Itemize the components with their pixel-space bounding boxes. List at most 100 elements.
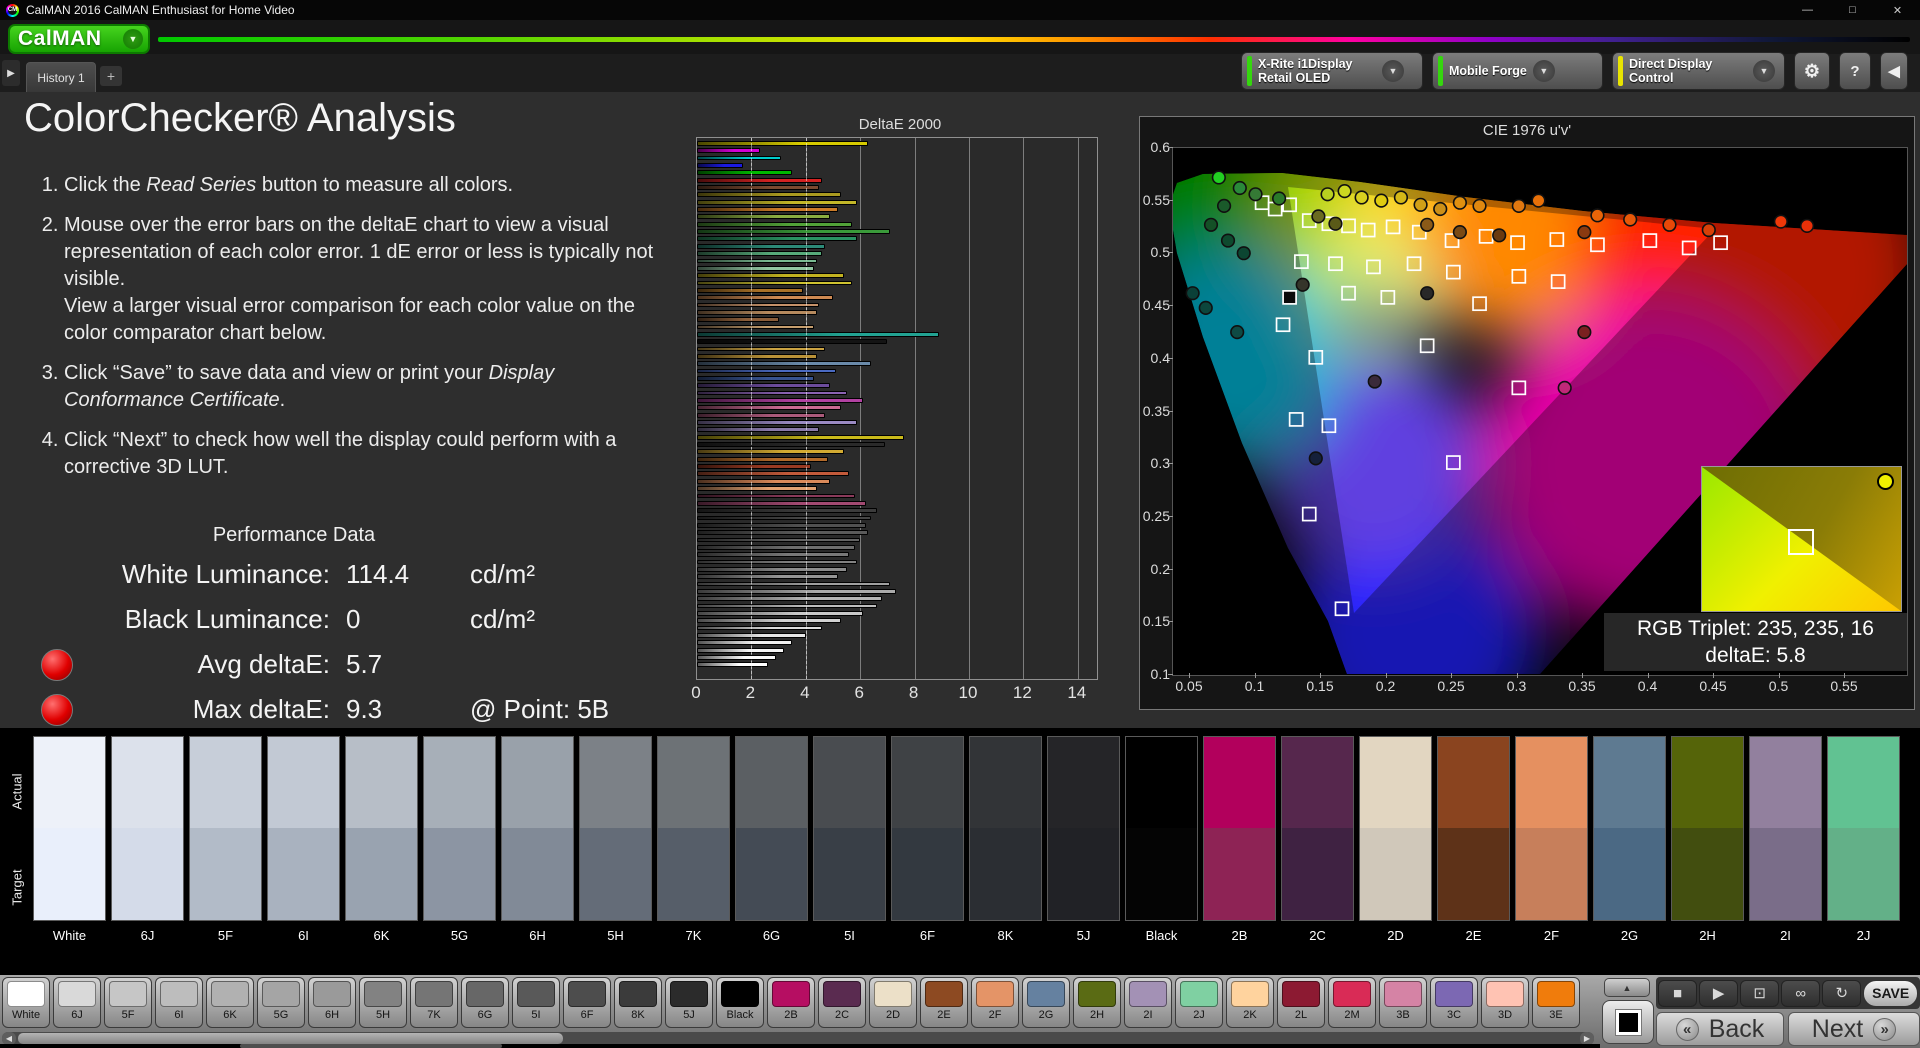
deltae-bar[interactable] (697, 148, 760, 154)
deltae-bar[interactable] (697, 376, 814, 381)
patch-row-up-button[interactable]: ▲ (1604, 978, 1650, 997)
deltae-bar[interactable] (697, 207, 839, 212)
deltae-bar[interactable] (697, 163, 744, 168)
add-tab-button[interactable]: + (100, 66, 122, 86)
deltae-bar[interactable] (697, 449, 844, 455)
deltae-bar[interactable] (697, 486, 817, 491)
patch-button-black[interactable]: Black (716, 977, 764, 1028)
deltae-bar[interactable] (697, 603, 877, 609)
deltae-bar[interactable] (697, 640, 793, 646)
deltae-bar[interactable] (697, 185, 820, 190)
deltae-bar[interactable] (697, 273, 844, 278)
patch-button-6g[interactable]: 6G (461, 977, 509, 1028)
calman-menu-button[interactable]: CalMAN ▼ (8, 24, 150, 54)
refresh-button[interactable]: ↻ (1822, 979, 1862, 1007)
patch-button-5h[interactable]: 5H (359, 977, 407, 1028)
deltae-bar[interactable] (697, 199, 858, 205)
patch-button-6j[interactable]: 6J (53, 977, 101, 1028)
patch-button-2g[interactable]: 2G (1022, 977, 1070, 1028)
restore-button[interactable]: □ (1830, 0, 1875, 20)
patch-button-6f[interactable]: 6F (563, 977, 611, 1028)
deltae-bar[interactable] (697, 596, 882, 602)
save-button[interactable]: SAVE (1863, 979, 1918, 1007)
patch-button-5i[interactable]: 5I (512, 977, 560, 1028)
deltae-bar[interactable] (697, 574, 839, 580)
patch-button-2k[interactable]: 2K (1226, 977, 1274, 1028)
patch-button-2d[interactable]: 2D (869, 977, 917, 1028)
deltae-bar[interactable] (697, 324, 814, 330)
deltae-bar[interactable] (697, 647, 785, 653)
deltae-bar[interactable] (697, 655, 776, 660)
scrollbar-thumb[interactable] (18, 1033, 563, 1044)
patch-button-2b[interactable]: 2B (767, 977, 815, 1028)
deltae-bar[interactable] (697, 530, 869, 536)
deltae-bar[interactable] (697, 295, 833, 301)
deltae-bar[interactable] (697, 566, 847, 572)
patch-button-3b[interactable]: 3B (1379, 977, 1427, 1028)
deltae-bar[interactable] (697, 339, 888, 345)
patch-button-7k[interactable]: 7K (410, 977, 458, 1028)
patch-button-5j[interactable]: 5J (665, 977, 713, 1028)
deltae-bar[interactable] (697, 427, 820, 433)
device-dropdown-1[interactable]: X-Rite i1Display Retail OLED ▼ (1241, 52, 1423, 90)
close-button[interactable]: ✕ (1875, 0, 1920, 20)
deltae-bar[interactable] (697, 662, 768, 668)
deltae-bar[interactable] (697, 317, 779, 323)
deltae-bar[interactable] (697, 280, 853, 286)
deltae-bar[interactable] (697, 552, 850, 558)
patch-button-2f[interactable]: 2F (971, 977, 1019, 1028)
deltae-bar[interactable] (697, 353, 817, 359)
deltae-bar[interactable] (697, 383, 831, 389)
patch-button-white[interactable]: White (2, 977, 50, 1028)
patch-button-8k[interactable]: 8K (614, 977, 662, 1028)
deltae-bar[interactable] (697, 214, 831, 220)
deltae-bar[interactable] (697, 456, 828, 462)
deltae-bar[interactable] (697, 471, 850, 477)
deltae-bar[interactable] (697, 493, 855, 499)
deltae-bar[interactable] (697, 192, 842, 198)
tab-scroll-button[interactable]: ▶ (2, 60, 20, 86)
deltae-bar[interactable] (697, 221, 853, 227)
deltae-bar[interactable] (697, 420, 858, 425)
deltae-bar[interactable] (697, 544, 855, 550)
deltae-bar[interactable] (697, 390, 847, 396)
patch-button-5g[interactable]: 5G (257, 977, 305, 1028)
patch-button-5f[interactable]: 5F (104, 977, 152, 1028)
deltae-bar[interactable] (697, 581, 891, 587)
deltae-bar[interactable] (697, 177, 823, 183)
patch-button-3e[interactable]: 3E (1532, 977, 1580, 1028)
patch-button-2l[interactable]: 2L (1277, 977, 1325, 1028)
deltae-bar[interactable] (697, 500, 866, 506)
patch-button-2m[interactable]: 2M (1328, 977, 1376, 1028)
patch-button-3d[interactable]: 3D (1481, 977, 1529, 1028)
patch-button-3c[interactable]: 3C (1430, 977, 1478, 1028)
deltae-bar[interactable] (697, 478, 831, 484)
next-button[interactable]: Next » (1788, 1012, 1920, 1046)
tab-history-1[interactable]: History 1 (26, 62, 96, 92)
deltae-bar[interactable] (697, 309, 817, 315)
pattern-window-button[interactable] (1602, 1000, 1654, 1044)
deltae-bar[interactable] (697, 170, 793, 176)
device-dropdown-2[interactable]: Mobile Forge ▼ (1432, 52, 1603, 90)
patch-button-2j[interactable]: 2J (1175, 977, 1223, 1028)
deltae-bar[interactable] (697, 537, 861, 543)
collapse-button[interactable]: ◀ (1880, 52, 1908, 90)
deltae-bar[interactable] (697, 398, 863, 403)
minimize-button[interactable]: — (1785, 0, 1830, 20)
deltae-bar[interactable] (697, 508, 877, 513)
deltae-bar[interactable] (697, 368, 836, 374)
back-button[interactable]: « Back (1656, 1012, 1784, 1046)
patch-button-2c[interactable]: 2C (818, 977, 866, 1028)
deltae-bar[interactable] (697, 434, 904, 440)
deltae-bar[interactable] (697, 442, 885, 447)
deltae-bar[interactable] (697, 236, 858, 242)
patch-button-2h[interactable]: 2H (1073, 977, 1121, 1028)
deltae-bar[interactable] (697, 522, 866, 528)
patch-button-2i[interactable]: 2I (1124, 977, 1172, 1028)
loop-button[interactable]: ∞ (1781, 979, 1821, 1007)
device-dropdown-3[interactable]: Direct Display Control ▼ (1612, 52, 1785, 90)
deltae-bar[interactable] (697, 229, 891, 234)
deltae-bar[interactable] (697, 611, 863, 616)
play-button[interactable]: ▶ (1699, 979, 1739, 1007)
patch-button-2e[interactable]: 2E (920, 977, 968, 1028)
